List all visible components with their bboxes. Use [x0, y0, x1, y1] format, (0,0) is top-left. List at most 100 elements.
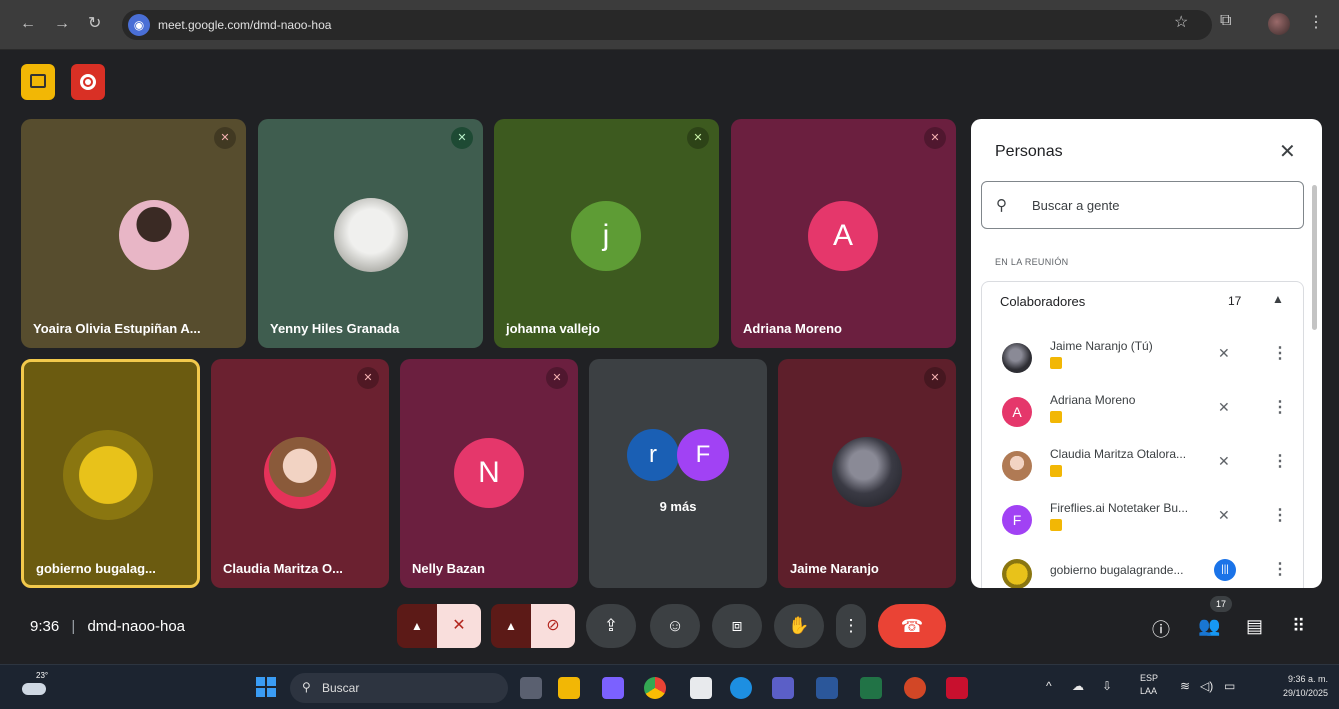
list-item[interactable]: Claudia Maritza Otalora... ✕ ⋮	[982, 439, 1303, 493]
host-badge-icon	[1050, 465, 1062, 477]
muted-mic-icon[interactable]: ✕	[1218, 345, 1230, 362]
store-icon[interactable]	[690, 677, 712, 699]
person-avatar	[1002, 451, 1032, 481]
muted-mic-icon[interactable]: ✕	[1218, 507, 1230, 524]
edge-icon[interactable]	[730, 677, 752, 699]
language-indicator[interactable]: ESP LAA	[1140, 672, 1158, 698]
present-screen-button[interactable]: ⇪	[586, 604, 636, 648]
panel-scrollbar[interactable]	[1312, 185, 1317, 330]
mic-options-chevron-icon[interactable]: ▲	[397, 604, 437, 648]
screen: ← → ↻ ◉ meet.google.com/dmd-naoo-hoa ☆ ⧉…	[0, 0, 1339, 709]
excel-icon[interactable]	[860, 677, 882, 699]
wifi-icon[interactable]: ≋	[1180, 679, 1190, 693]
download-icon[interactable]: ⇩	[1102, 679, 1112, 693]
person-name: Adriana Moreno	[1050, 393, 1136, 407]
participant-tile[interactable]: ✕ Yoaira Olivia Estupiñan A...	[21, 119, 246, 348]
info-icon[interactable]: ⓘ	[1152, 616, 1170, 642]
weather-widget[interactable]: 23°	[22, 671, 48, 697]
captions-button[interactable]: ⧈	[712, 604, 762, 648]
tray-chevron-icon[interactable]: ^	[1046, 679, 1052, 693]
more-options-icon[interactable]: ⋮	[1272, 343, 1288, 363]
copilot-icon[interactable]	[602, 677, 624, 699]
people-icon[interactable]: 👥	[1198, 616, 1220, 637]
powerpoint-icon[interactable]	[904, 677, 926, 699]
activities-icon[interactable]: ⠿	[1292, 616, 1305, 637]
participant-avatar	[334, 198, 408, 272]
muted-mic-icon[interactable]: ✕	[1218, 399, 1230, 416]
participant-tile[interactable]: gobierno bugalag...	[21, 359, 200, 588]
camera-control: ▲ ⊘	[491, 604, 575, 648]
more-options-icon[interactable]: ⋮	[1272, 451, 1288, 471]
teams-icon[interactable]	[772, 677, 794, 699]
back-icon[interactable]: ←	[20, 14, 36, 34]
more-options-icon[interactable]: ⋮	[1272, 559, 1288, 579]
camera-options-chevron-icon[interactable]: ▲	[491, 604, 531, 648]
host-badge-icon	[1050, 411, 1062, 423]
collaborators-group-header[interactable]: Colaboradores 17 ▲	[981, 281, 1304, 321]
star-icon[interactable]: ☆	[1174, 12, 1188, 32]
site-info-icon[interactable]: ◉	[128, 14, 150, 36]
more-options-button[interactable]: ⋮	[836, 604, 866, 648]
search-icon: ⚲	[302, 680, 311, 694]
participant-avatar	[264, 437, 336, 509]
participant-tile[interactable]: ✕ Jaime Naranjo	[778, 359, 956, 588]
participant-tile[interactable]: ✕ N Nelly Bazan	[400, 359, 578, 588]
close-icon[interactable]: ✕	[1279, 139, 1296, 164]
leave-call-button[interactable]: ☎	[878, 604, 946, 648]
muted-mic-icon: ✕	[924, 367, 946, 389]
start-button[interactable]	[256, 677, 276, 697]
raise-hand-button[interactable]: ✋	[774, 604, 824, 648]
person-name: gobierno bugalagrande...	[1050, 563, 1184, 577]
battery-icon[interactable]: ▭	[1224, 679, 1235, 693]
muted-mic-icon: ✕	[451, 127, 473, 149]
person-name: Fireflies.ai Notetaker Bu...	[1050, 501, 1189, 515]
people-panel: Personas ✕ ⚲ Buscar a gente EN LA REUNIÓ…	[971, 119, 1322, 588]
people-search-input[interactable]: ⚲ Buscar a gente	[981, 181, 1304, 229]
camera-off-button[interactable]: ⊘	[531, 604, 575, 648]
chrome-icon[interactable]	[644, 677, 666, 699]
more-options-icon[interactable]: ⋮	[1272, 397, 1288, 417]
menu-icon[interactable]: ⋮	[1308, 12, 1324, 32]
word-icon[interactable]	[816, 677, 838, 699]
recording-button[interactable]	[71, 64, 105, 100]
system-clock[interactable]: 9:36 a. m. 29/10/2025	[1278, 672, 1328, 700]
os-taskbar: 23° ⚲ Buscar ^ ☁ ⇩ ESP LAA ≋ ◁) ▭ 9:36 a…	[0, 664, 1339, 709]
list-item[interactable]: Jaime Naranjo (Tú) ✕ ⋮	[982, 331, 1303, 385]
search-label: Buscar	[322, 681, 360, 695]
notes-button[interactable]	[21, 64, 55, 100]
forward-icon[interactable]: →	[54, 14, 70, 34]
chevron-up-icon[interactable]: ▲	[1272, 292, 1284, 306]
participant-tile[interactable]: ✕ j johanna vallejo	[494, 119, 719, 348]
more-participants-tile[interactable]: r F 9 más	[589, 359, 767, 588]
profile-avatar[interactable]	[1268, 13, 1290, 35]
search-icon: ⚲	[996, 197, 1007, 214]
reload-icon[interactable]: ↻	[88, 14, 101, 34]
panel-title: Personas	[995, 143, 1063, 160]
participant-avatar: j	[571, 201, 641, 271]
list-item[interactable]: F Fireflies.ai Notetaker Bu... ✕ ⋮	[982, 493, 1303, 547]
file-explorer-icon[interactable]	[558, 677, 580, 699]
list-item[interactable]: A Adriana Moreno ✕ ⋮	[982, 385, 1303, 439]
volume-icon[interactable]: ◁)	[1200, 679, 1213, 693]
participant-avatar: F	[677, 429, 729, 481]
mcafee-icon[interactable]	[946, 677, 968, 699]
extensions-icon[interactable]: ⧉	[1220, 12, 1231, 30]
muted-mic-icon[interactable]: ✕	[1218, 453, 1230, 470]
participant-tile[interactable]: ✕ A Adriana Moreno	[731, 119, 956, 348]
participant-tile[interactable]: ✕ Yenny Hiles Granada	[258, 119, 483, 348]
more-count-label: 9 más	[659, 499, 697, 514]
meeting-code: dmd-naoo-hoa	[87, 618, 186, 635]
address-bar[interactable]: ◉ meet.google.com/dmd-naoo-hoa	[122, 10, 1212, 40]
clock-time: 9:36 a. m.	[1287, 674, 1328, 684]
network-app-icon[interactable]: ☁	[1072, 679, 1084, 693]
taskbar-search[interactable]: ⚲ Buscar	[290, 673, 508, 703]
chat-icon[interactable]: ▤	[1246, 616, 1263, 637]
participant-tile[interactable]: ✕ Claudia Maritza O...	[211, 359, 389, 588]
task-view-icon[interactable]	[520, 677, 542, 699]
list-item[interactable]: gobierno bugalagrande... ||| ⋮	[982, 547, 1303, 588]
record-icon	[80, 74, 96, 90]
mic-off-button[interactable]: ✕	[437, 604, 481, 648]
more-options-icon[interactable]: ⋮	[1272, 505, 1288, 525]
reactions-button[interactable]: ☺	[650, 604, 700, 648]
url-text[interactable]: meet.google.com/dmd-naoo-hoa	[158, 18, 331, 32]
